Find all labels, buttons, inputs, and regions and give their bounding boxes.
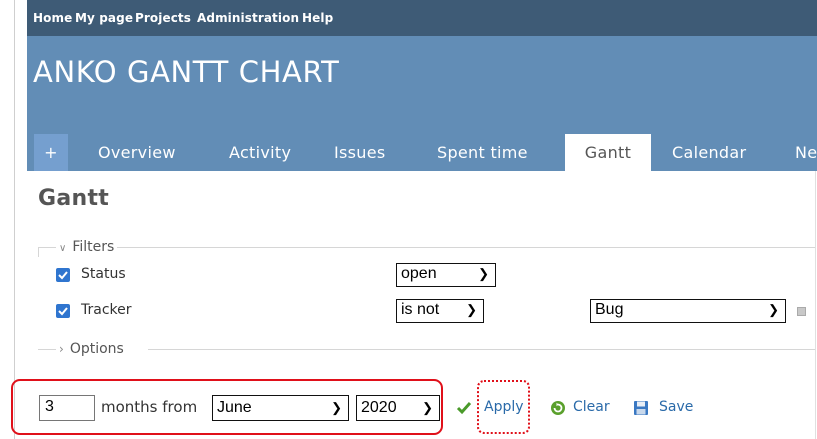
reload-icon [551,401,565,415]
status-operator-select[interactable]: open ❯ [396,263,496,287]
top-menu-home[interactable]: Home [33,11,72,25]
tracker-value-select[interactable]: Bug ❯ [590,299,786,323]
options-fieldset-border-left [38,349,56,350]
save-icon [634,401,648,415]
chevron-down-icon: ❯ [466,302,477,317]
tracker-operator-value: is not [401,301,440,318]
chevron-down-icon: ∨ [59,243,67,254]
top-menu-help[interactable]: Help [302,11,333,25]
chevron-down-icon: ❯ [768,302,779,317]
top-menu-projects[interactable]: Projects [135,11,191,25]
toggle-multiselect-icon[interactable] [797,307,806,316]
filters-fieldset-border-right [117,247,815,248]
tab-news[interactable]: Ne [795,134,817,171]
options-legend[interactable]: › Options [59,341,124,357]
status-filter-checkbox[interactable] [56,268,70,282]
tracker-value: Bug [595,301,624,318]
checkmark-icon [58,271,68,280]
top-menu-administration[interactable]: Administration [197,11,299,25]
tracker-filter-checkbox[interactable] [56,304,70,318]
tab-gantt[interactable]: Gantt [565,134,651,171]
clear-link[interactable]: Clear [573,399,610,415]
filters-fieldset-border-corner [38,247,39,257]
options-fieldset-border-right [148,349,815,350]
checkmark-icon [58,307,68,316]
page-title: Gantt [38,186,110,211]
tracker-filter-label: Tracker [81,302,132,318]
status-filter-label: Status [81,266,126,282]
tab-new-object[interactable]: + [34,134,68,171]
period-highlight-box [11,379,443,435]
tracker-operator-select[interactable]: is not ❯ [396,299,484,323]
tab-spent-time[interactable]: Spent time [437,134,528,171]
chevron-right-icon: › [59,342,64,356]
tab-overview[interactable]: Overview [98,134,176,171]
filters-legend-label: Filters [72,239,115,255]
options-legend-label: Options [69,341,124,357]
tab-activity[interactable]: Activity [229,134,291,171]
top-menu-my-page[interactable]: My page [75,11,133,25]
tab-issues[interactable]: Issues [334,134,386,171]
filters-fieldset-border-left [38,247,56,248]
tab-calendar[interactable]: Calendar [672,134,746,171]
save-link[interactable]: Save [659,399,693,415]
top-menu: Home My page Projects Administration Hel… [27,0,817,36]
page-left-border [14,0,15,439]
checkmark-icon [456,402,472,415]
project-title: ANKO GANTT CHART [33,55,340,89]
chevron-down-icon: ❯ [478,266,489,281]
filters-legend[interactable]: ∨ Filters [59,239,114,255]
status-operator-value: open [401,265,437,282]
apply-link[interactable]: Apply [484,399,524,415]
